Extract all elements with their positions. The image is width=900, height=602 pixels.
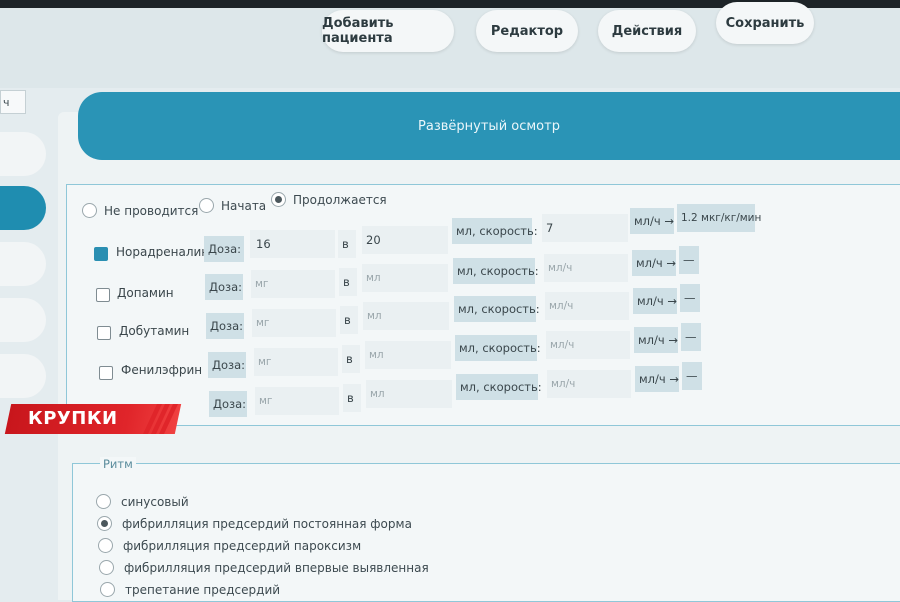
rhythm-option-af-first[interactable]: фибрилляция предсердий впервые выявленна… xyxy=(99,560,429,575)
radio-icon[interactable] xyxy=(96,494,111,509)
dose-label: Доза: xyxy=(209,391,247,417)
in-label: в xyxy=(340,306,358,334)
rhythm-option-flutter[interactable]: трепетание предсердий xyxy=(100,582,280,597)
dose-label: Доза: xyxy=(206,313,244,339)
speed-input[interactable]: мл/ч xyxy=(544,254,628,282)
dose-input[interactable]: мг xyxy=(255,387,339,415)
result-value: — xyxy=(679,246,699,274)
volume-input[interactable]: мл xyxy=(366,380,452,408)
dose-input[interactable]: 16 xyxy=(250,230,335,258)
speed-input[interactable]: мл/ч xyxy=(546,331,630,359)
speed-input[interactable]: мл/ч xyxy=(547,370,631,398)
checkbox-icon[interactable] xyxy=(96,288,110,302)
drug-name: Фенилэфрин xyxy=(121,363,203,377)
in-label: в xyxy=(339,268,357,296)
save-button[interactable]: Сохранить xyxy=(716,2,814,44)
mlh-arrow-label: мл/ч → xyxy=(635,366,679,392)
speed-label: мл, скорость: xyxy=(454,296,540,322)
drug-name: Допамин xyxy=(117,286,174,300)
checkbox-icon[interactable] xyxy=(97,326,111,340)
rhythm-option-af-paroxysm[interactable]: фибрилляция предсердий пароксизм xyxy=(98,538,361,553)
dose-label: Доза: xyxy=(208,352,246,378)
rhythm-option-sinus[interactable]: синусовый xyxy=(96,494,189,509)
sidebar-item[interactable] xyxy=(0,242,46,286)
volume-input[interactable]: мл xyxy=(362,264,448,292)
drug-name: Добутамин xyxy=(119,324,190,338)
rhythm-title: Ритм xyxy=(100,457,136,471)
drug-name: Норадреналин xyxy=(116,245,210,259)
speed-input[interactable]: 7 xyxy=(542,214,628,242)
news-overlay-caption: КРУПКИ xyxy=(28,408,118,429)
radio-icon[interactable] xyxy=(199,198,214,213)
volume-input[interactable]: 20 xyxy=(362,226,448,254)
dose-label: Доза: xyxy=(205,274,243,300)
status-option-continues[interactable]: Продолжается xyxy=(271,192,387,207)
dose-input[interactable]: мг xyxy=(252,309,336,337)
result-value: — xyxy=(680,284,700,312)
radio-checked-icon[interactable] xyxy=(271,192,286,207)
in-label: в xyxy=(338,230,356,258)
radio-icon[interactable] xyxy=(82,203,97,218)
speed-label: мл, скорость: xyxy=(452,218,538,244)
result-value: — xyxy=(681,323,701,351)
actions-button[interactable]: Действия xyxy=(598,10,696,52)
radio-checked-icon[interactable] xyxy=(97,516,112,531)
speed-input[interactable]: мл/ч xyxy=(545,292,629,320)
sidebar-item[interactable] xyxy=(0,354,46,398)
radio-icon[interactable] xyxy=(98,538,113,553)
mlh-arrow-label: мл/ч → xyxy=(630,208,674,234)
rhythm-option-af-permanent[interactable]: фибрилляция предсердий постоянная форма xyxy=(97,516,412,531)
status-option-started[interactable]: Начата xyxy=(199,198,266,213)
speed-label: мл, скорость: xyxy=(455,335,541,361)
volume-input[interactable]: мл xyxy=(365,341,451,369)
section-header: Развёрнутый осмотр xyxy=(78,92,900,160)
dose-input[interactable]: мг xyxy=(251,270,335,298)
result-value: 1.2 мкг/кг/мин xyxy=(677,204,761,232)
editor-button[interactable]: Редактор xyxy=(476,10,578,52)
volume-input[interactable]: мл xyxy=(363,302,449,330)
in-label: в xyxy=(343,384,361,412)
sidebar-item-active[interactable] xyxy=(0,186,46,230)
sidebar-item[interactable] xyxy=(0,298,46,342)
checkbox-icon[interactable] xyxy=(99,366,113,380)
radio-icon[interactable] xyxy=(99,560,114,575)
left-field[interactable]: ч xyxy=(0,90,26,114)
mlh-arrow-label: мл/ч → xyxy=(632,250,676,276)
status-option-not-performed[interactable]: Не проводится xyxy=(82,203,198,218)
section-title: Развёрнутый осмотр xyxy=(418,118,560,134)
sidebar-item[interactable] xyxy=(0,132,46,176)
in-label: в xyxy=(342,345,360,373)
mlh-arrow-label: мл/ч → xyxy=(634,327,678,353)
result-value: — xyxy=(682,362,702,390)
dose-label: Доза: xyxy=(204,236,244,262)
mlh-arrow-label: мл/ч → xyxy=(633,288,677,314)
dose-input[interactable]: мг xyxy=(254,348,338,376)
speed-label: мл, скорость: xyxy=(453,258,539,284)
speed-label: мл, скорость: xyxy=(456,374,542,400)
checkbox-checked-icon[interactable] xyxy=(94,247,108,261)
add-patient-button[interactable]: Добавить пациента xyxy=(322,10,454,52)
radio-icon[interactable] xyxy=(100,582,115,597)
